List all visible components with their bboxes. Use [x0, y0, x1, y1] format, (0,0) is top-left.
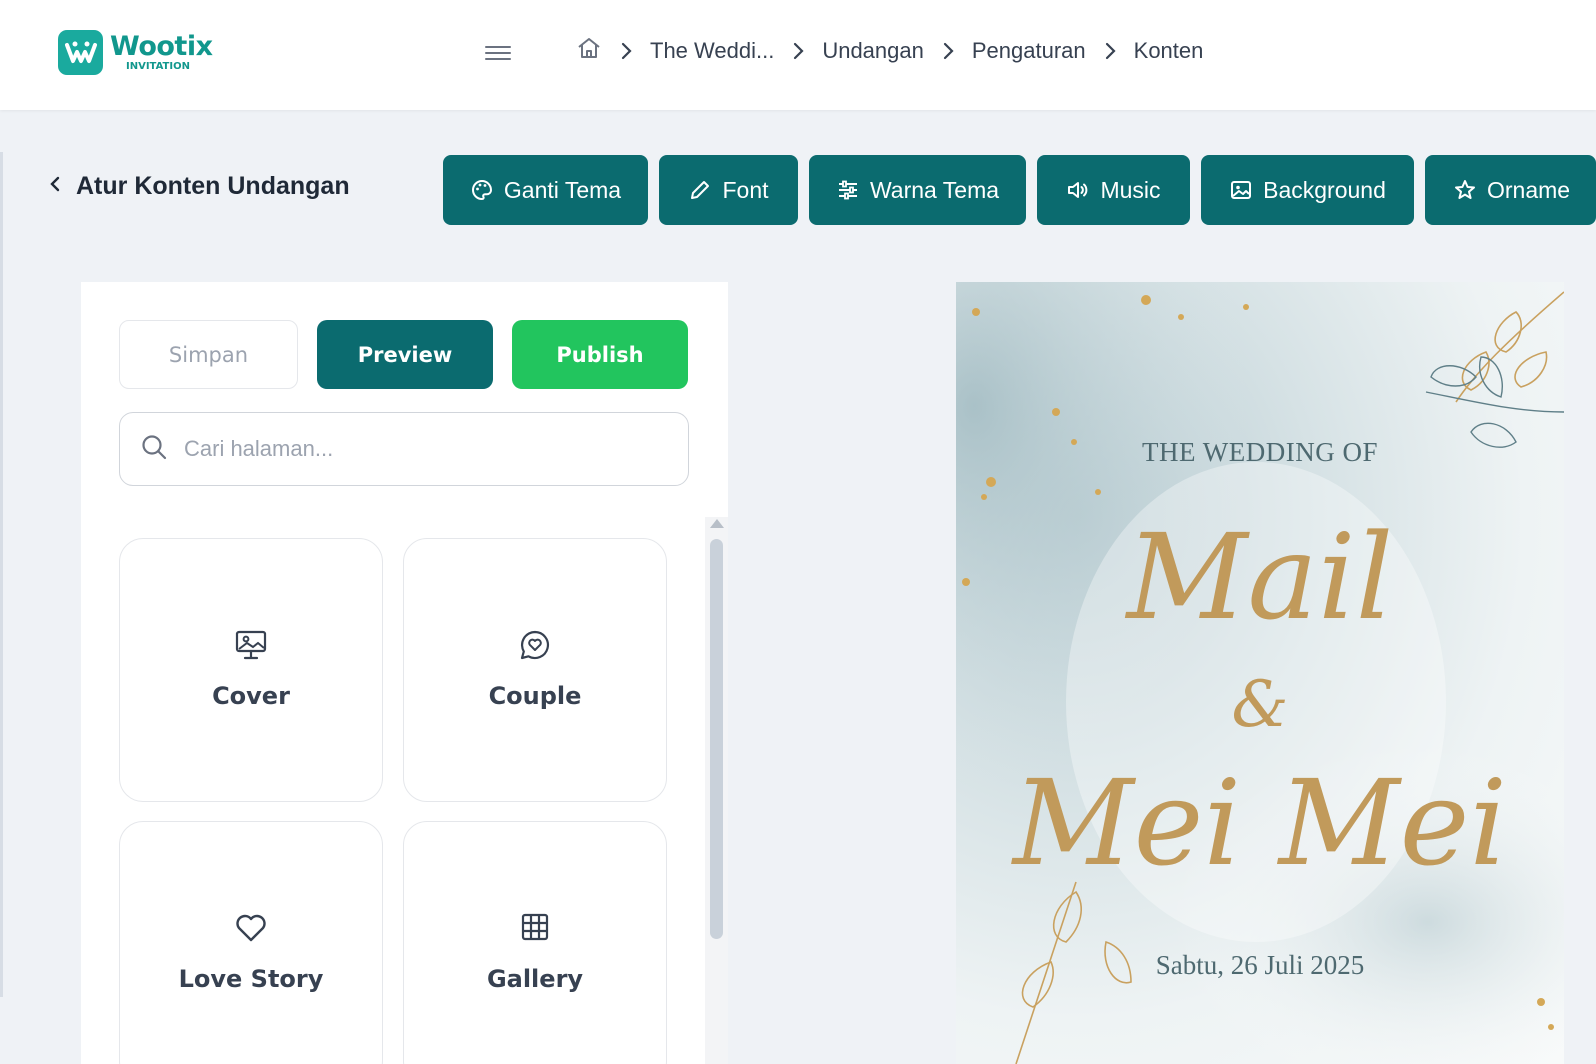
invitation-heading: THE WEDDING OF	[1142, 437, 1378, 467]
chevron-right-icon	[620, 42, 632, 60]
chat-heart-icon	[520, 630, 550, 660]
invitation-preview: THE WEDDING OF Mail & Mei Mei Sabtu, 26 …	[956, 282, 1564, 1064]
search-box	[119, 412, 689, 486]
search-icon	[140, 433, 168, 466]
theme-color-button[interactable]: Warna Tema	[809, 155, 1026, 225]
ampersand: &	[1231, 668, 1289, 742]
preview-button[interactable]: Preview	[317, 320, 493, 389]
search-input[interactable]	[184, 436, 664, 462]
section-card-cover[interactable]: Cover	[119, 538, 383, 802]
brand-logo[interactable]: Wootix INVITATION	[58, 30, 213, 75]
palette-icon	[471, 179, 492, 201]
section-card-couple[interactable]: Couple	[403, 538, 667, 802]
section-label: Love Story	[178, 965, 324, 993]
save-button[interactable]: Simpan	[119, 320, 298, 389]
breadcrumb-item-wedding[interactable]: The Weddi...	[650, 38, 774, 64]
groom-name: Mail	[1126, 508, 1394, 646]
star-icon	[1455, 180, 1475, 199]
music-button[interactable]: Music	[1037, 155, 1190, 225]
chevron-left-icon	[48, 175, 62, 198]
publish-button[interactable]: Publish	[512, 320, 688, 389]
section-card-gallery[interactable]: Gallery	[403, 821, 667, 1064]
change-theme-button[interactable]: Ganti Tema	[443, 155, 648, 225]
scroll-up-icon[interactable]	[710, 519, 724, 528]
breadcrumb-item-undangan[interactable]: Undangan	[822, 38, 924, 64]
breadcrumb: The Weddi... Undangan Pengaturan Konten	[576, 36, 1203, 66]
brand-logo-icon	[58, 30, 103, 75]
home-icon[interactable]	[576, 36, 602, 66]
top-bar: Wootix INVITATION The Weddi... Undangan …	[0, 0, 1596, 110]
content-panel: Simpan Preview Publish Cover Couple Love…	[81, 282, 728, 1064]
theme-toolbar: Ganti Tema Font Warna Tema Music Backgro…	[443, 155, 1596, 225]
sliders-icon	[838, 180, 857, 200]
speaker-icon	[1068, 182, 1088, 198]
background-button[interactable]: Background	[1201, 155, 1414, 225]
scrollbar-thumb[interactable]	[710, 539, 723, 939]
breadcrumb-item-pengaturan[interactable]: Pengaturan	[972, 38, 1086, 64]
image-icon	[1231, 181, 1252, 199]
side-edge	[0, 152, 3, 997]
heart-icon	[236, 914, 266, 942]
event-date: Sabtu, 26 Juli 2025	[1155, 950, 1365, 980]
bride-name: Mei Mei	[1012, 754, 1508, 892]
section-label: Couple	[488, 682, 582, 710]
cover-image-icon	[235, 630, 267, 660]
section-label: Gallery	[486, 965, 584, 993]
section-card-love-story[interactable]: Love Story	[119, 821, 383, 1064]
brand-name: Wootix	[110, 31, 213, 62]
page-title: Atur Konten Undangan	[76, 172, 350, 200]
chevron-right-icon	[792, 42, 804, 60]
grid-icon	[521, 913, 549, 941]
ornament-button[interactable]: Orname	[1425, 155, 1596, 225]
font-button[interactable]: Font	[659, 155, 798, 225]
pencil-icon	[691, 181, 710, 199]
breadcrumb-item-konten: Konten	[1133, 38, 1204, 63]
chevron-right-icon	[1104, 42, 1116, 60]
chevron-right-icon	[942, 42, 954, 60]
back-button[interactable]: Atur Konten Undangan	[48, 172, 350, 201]
menu-toggle-icon[interactable]	[485, 42, 511, 64]
section-label: Cover	[212, 682, 290, 710]
brand-sub: INVITATION	[126, 61, 190, 72]
section-list-scrollbar[interactable]	[705, 517, 728, 1064]
